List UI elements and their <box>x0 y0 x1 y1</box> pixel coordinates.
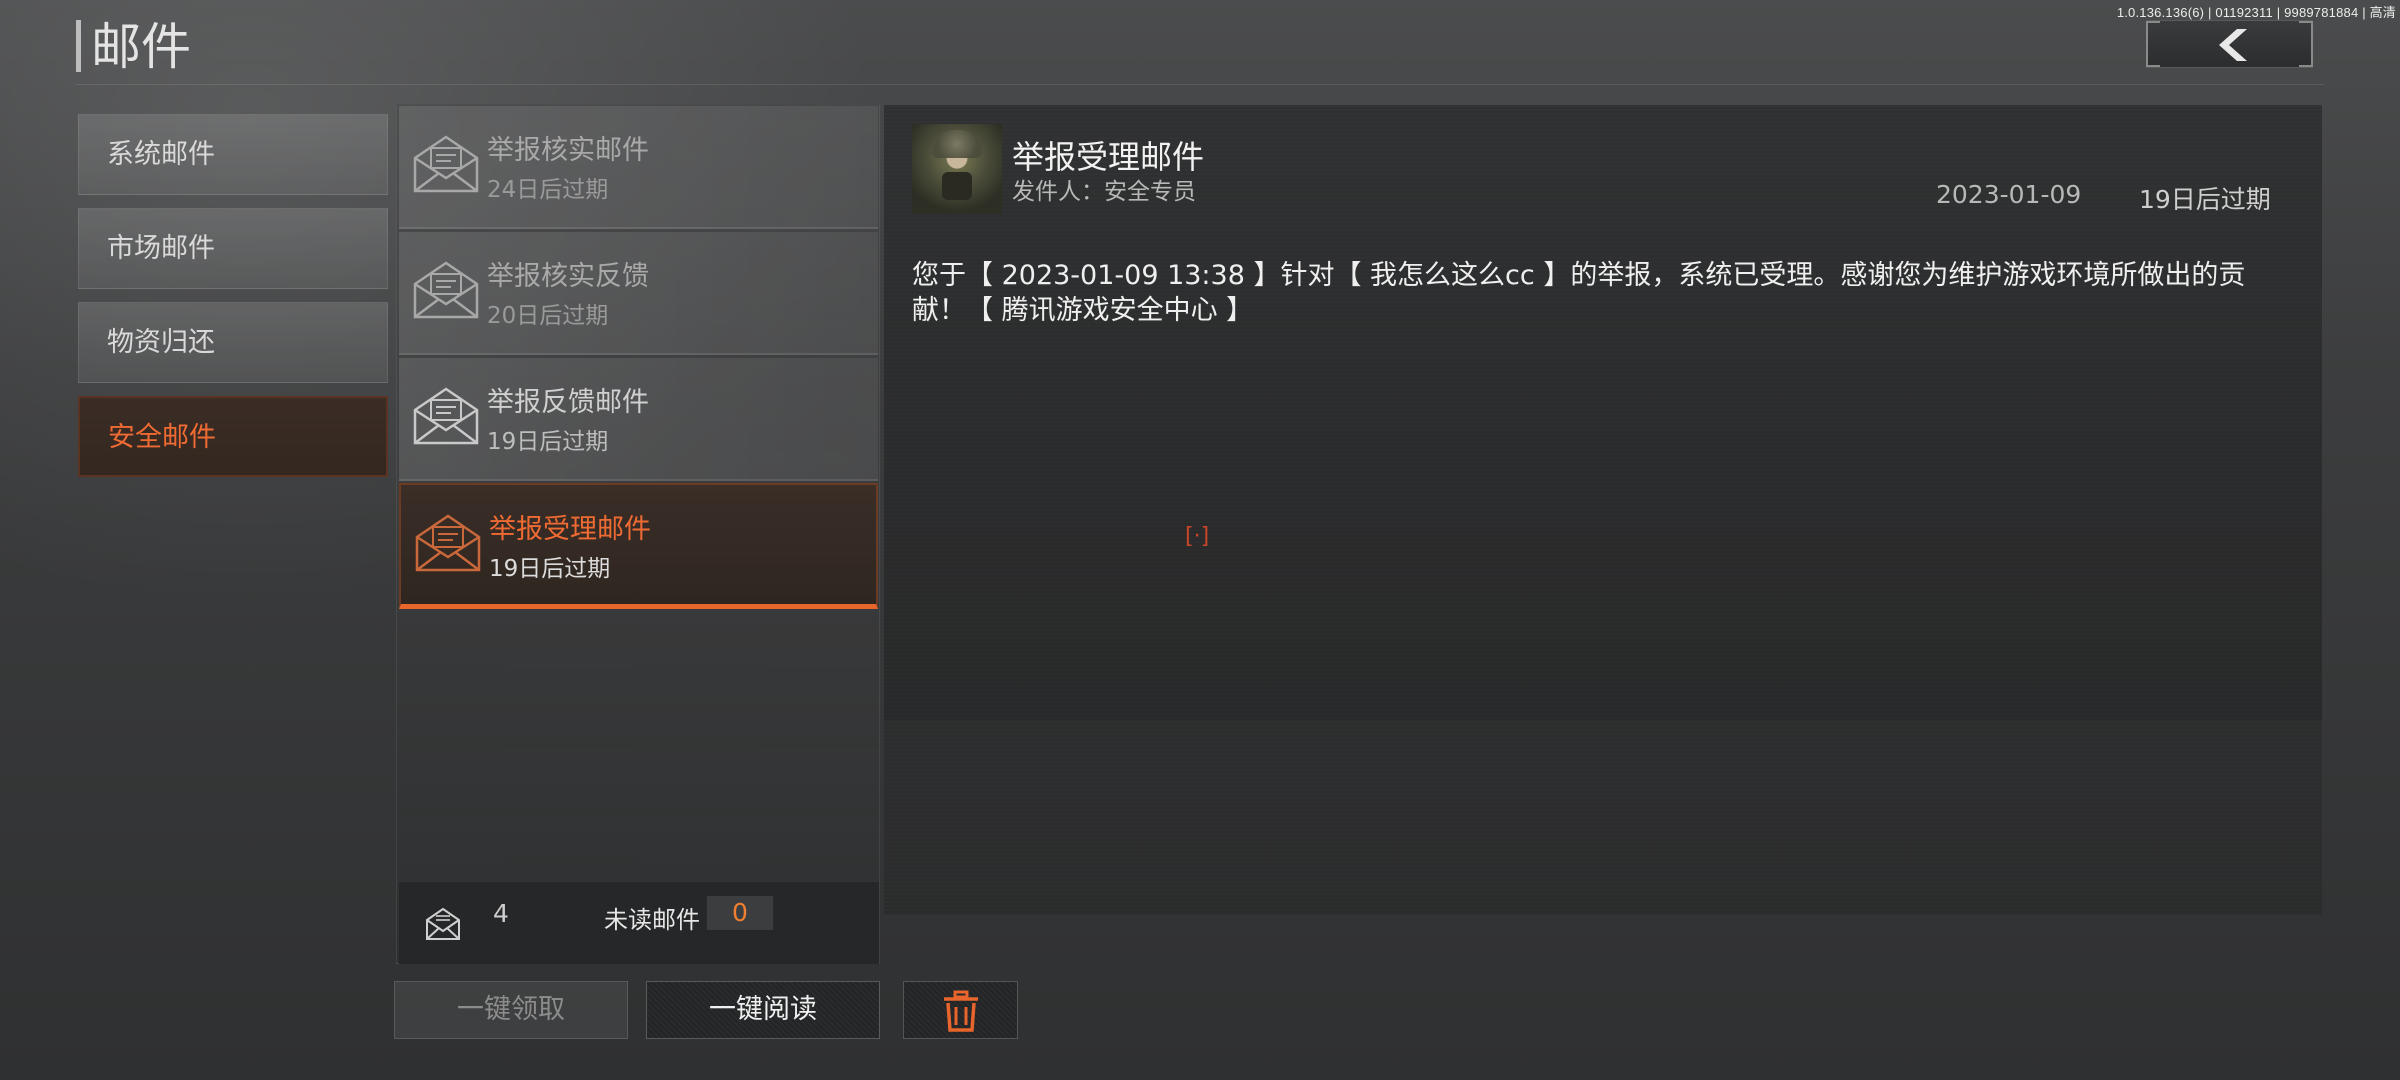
detail-sender: 发件人：安全专员 <box>1012 179 1196 205</box>
header-divider <box>76 84 2324 85</box>
mail-stack-icon <box>426 907 460 940</box>
mail-list-item-selected[interactable]: 举报受理邮件 19日后过期 <box>399 483 878 609</box>
mail-title: 举报反馈邮件 <box>487 387 649 418</box>
unread-count-badge: 0 <box>707 896 773 930</box>
read-all-button[interactable]: 一键阅读 <box>646 981 880 1039</box>
mail-expire: 20日后过期 <box>487 303 609 329</box>
open-envelope-icon <box>413 387 479 445</box>
category-tab-supply-return[interactable]: 物资归还 <box>78 302 388 383</box>
sender-avatar <box>912 124 1002 214</box>
title-accent-bar <box>76 20 81 72</box>
detail-date: 2023-01-09 <box>1936 180 2082 209</box>
detail-expire: 19日后过期 <box>2139 185 2271 214</box>
mail-stats-bar: 4 未读邮件 0 <box>399 881 879 964</box>
open-envelope-icon <box>413 135 479 193</box>
version-info: 1.0.136.136(6) | 01192311 | 9989781884 |… <box>2116 5 2396 20</box>
back-button[interactable] <box>2146 20 2313 68</box>
claim-all-button[interactable]: 一键领取 <box>394 981 628 1039</box>
mail-total-count: 4 <box>493 899 509 928</box>
page-title: 邮件 <box>91 18 191 76</box>
mail-title: 举报核实反馈 <box>487 261 649 292</box>
attachment-area <box>884 720 2322 915</box>
open-envelope-icon <box>413 261 479 319</box>
category-tab-system[interactable]: 系统邮件 <box>78 114 388 195</box>
mail-expire: 24日后过期 <box>487 177 609 203</box>
mail-expire: 19日后过期 <box>489 556 611 582</box>
unread-label: 未读邮件 <box>604 906 700 934</box>
delete-button[interactable] <box>903 981 1018 1039</box>
mail-expire: 19日后过期 <box>487 429 609 455</box>
detail-body: 您于【 2023-01-09 13:38 】针对【 我怎么这么cc 】的举报，系… <box>912 260 2246 326</box>
category-tab-market[interactable]: 市场邮件 <box>78 208 388 289</box>
chevron-left-icon <box>2219 29 2247 61</box>
open-envelope-icon <box>415 514 481 572</box>
crosshair-reticle: [·] <box>1185 524 1210 549</box>
mail-title: 举报核实邮件 <box>487 135 649 166</box>
category-tab-security[interactable]: 安全邮件 <box>78 396 388 477</box>
mail-list-item[interactable]: 举报反馈邮件 19日后过期 <box>399 358 878 481</box>
mail-list-item[interactable]: 举报核实邮件 24日后过期 <box>399 106 878 229</box>
mail-title: 举报受理邮件 <box>489 514 651 545</box>
mail-list-item[interactable]: 举报核实反馈 20日后过期 <box>399 232 878 355</box>
trash-icon <box>944 990 978 1032</box>
